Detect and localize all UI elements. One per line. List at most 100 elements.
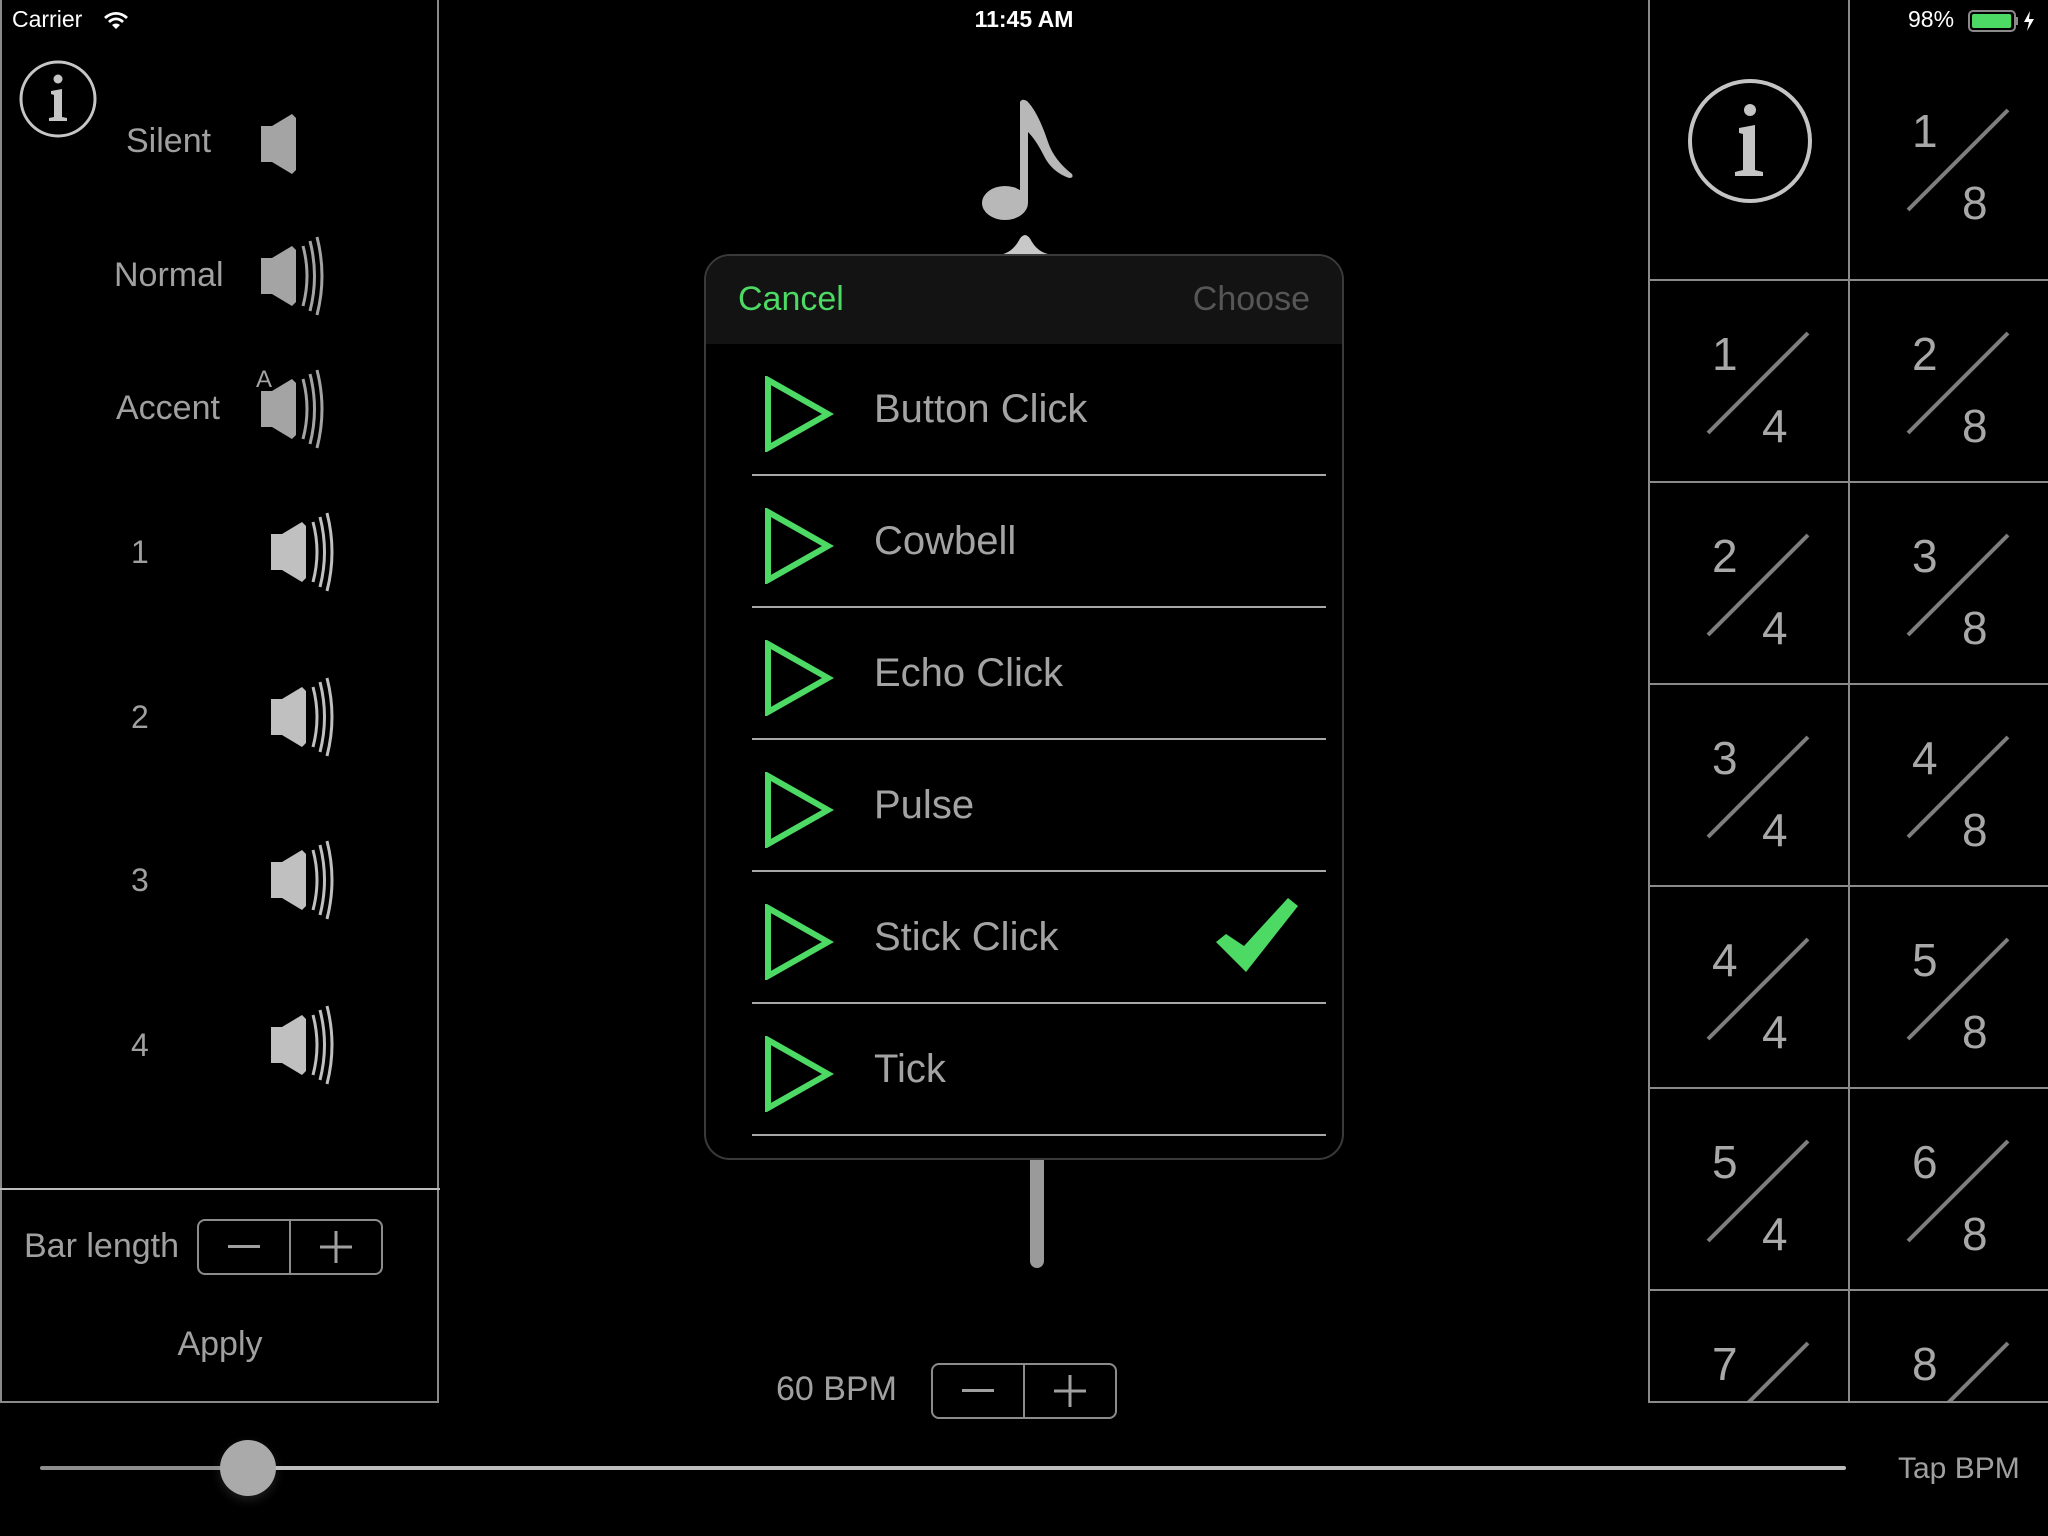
bar-length-label: Bar length	[24, 1227, 179, 1265]
time-signature-button[interactable]: 44	[1648, 887, 1848, 1089]
fraction-slash	[1906, 937, 2010, 1041]
cancel-button[interactable]: Cancel	[738, 256, 844, 342]
time-signature-button[interactable]: 54	[1648, 1089, 1848, 1291]
bar-length-stepper	[197, 1219, 383, 1275]
choose-button[interactable]: Choose	[1193, 256, 1310, 342]
bar-length-decrement-button[interactable]	[199, 1221, 289, 1273]
row-separator	[752, 1134, 1326, 1136]
sound-option-label: Cowbell	[874, 519, 1017, 563]
bpm-decrement-button[interactable]	[933, 1365, 1023, 1417]
fraction-slash	[1906, 331, 2010, 435]
pendulum-rod	[1030, 1160, 1044, 1268]
play-icon[interactable]	[764, 640, 834, 716]
time-signature-numerator: 7	[1712, 1338, 1738, 1390]
fraction-slash	[1906, 735, 2010, 839]
apply-button[interactable]: Apply	[0, 1325, 440, 1364]
time-signature-button[interactable]: 88	[1848, 1291, 2048, 1403]
sound-option[interactable]: Pulse	[706, 740, 1342, 872]
beat-label: 4	[131, 1027, 149, 1063]
time-signature-denominator: 4	[1762, 1208, 1788, 1260]
fraction-slash	[1947, 1341, 2010, 1401]
fraction-slash	[1906, 533, 2010, 637]
fraction-slash	[1706, 533, 1810, 637]
time-signature-numerator: 1	[1712, 328, 1738, 380]
sound-option-label: Tick	[874, 1047, 946, 1091]
time-signature-denominator: 8	[1962, 804, 1988, 856]
silent-label: Silent	[126, 122, 212, 160]
slider-track-filled	[40, 1466, 248, 1470]
time-signature-denominator: 4	[1762, 804, 1788, 856]
accent-label: Accent	[116, 389, 220, 427]
time-signature-button[interactable]: 74	[1648, 1291, 1848, 1403]
info-cell[interactable]	[1648, 0, 1848, 281]
time-signature-button[interactable]: 58	[1848, 887, 2048, 1089]
speaker-silent-icon[interactable]	[258, 114, 338, 174]
minus-icon	[962, 1389, 994, 1392]
time-signature-numerator: 4	[1912, 732, 1938, 784]
play-icon[interactable]	[764, 376, 834, 452]
time-signature-denominator: 8	[1962, 1208, 1988, 1260]
tempo-slider[interactable]	[40, 1440, 1846, 1496]
time-signature-denominator: 4	[1762, 400, 1788, 452]
eighth-note-icon[interactable]	[980, 98, 1080, 223]
play-icon[interactable]	[764, 508, 834, 584]
sound-option-label: Pulse	[874, 783, 975, 827]
time-signature-numerator: 2	[1712, 530, 1738, 582]
popover-arrow	[996, 235, 1056, 255]
time-signature-denominator: 8	[1962, 177, 1988, 229]
time-signature-button[interactable]: 34	[1648, 685, 1848, 887]
time-signature-grid: 18142824383448445854687488	[1648, 0, 2048, 1404]
time-signature-button[interactable]: 24	[1648, 483, 1848, 685]
time-signature-button[interactable]: 38	[1848, 483, 2048, 685]
time-signature-numerator: 1	[1912, 105, 1938, 157]
fraction-slash	[1706, 1139, 1810, 1243]
sound-option[interactable]: Stick Click	[706, 872, 1342, 1004]
panel-divider	[0, 1188, 440, 1190]
play-icon[interactable]	[764, 1036, 834, 1112]
sound-option-label: Stick Click	[874, 915, 1059, 959]
speaker-normal-icon[interactable]	[268, 840, 348, 920]
time-signature-button[interactable]: 14	[1648, 281, 1848, 483]
info-icon[interactable]	[18, 59, 98, 139]
time-signature-numerator: 3	[1912, 530, 1938, 582]
time-signature-denominator: 8	[1962, 1006, 1988, 1058]
time-signature-numerator: 4	[1712, 934, 1738, 986]
sound-option-label: Button Click	[874, 387, 1088, 431]
beat-sound-panel	[0, 0, 439, 1403]
bpm-increment-button[interactable]	[1023, 1365, 1115, 1417]
fraction-slash	[1906, 108, 2010, 212]
fraction-slash	[1706, 735, 1810, 839]
time-signature-numerator: 5	[1712, 1136, 1738, 1188]
tap-bpm-button[interactable]: Tap BPM	[1898, 1452, 2020, 1486]
sound-option[interactable]: Button Click	[706, 344, 1342, 476]
time-signature-button[interactable]: 68	[1848, 1089, 2048, 1291]
slider-thumb[interactable]	[219, 1440, 276, 1496]
sound-option[interactable]: Tick	[706, 1004, 1342, 1136]
bpm-label: 60 BPM	[776, 1370, 897, 1408]
time-signature-denominator: 8	[1962, 400, 1988, 452]
sound-option[interactable]: Cowbell	[706, 476, 1342, 608]
time-signature-button[interactable]: 28	[1848, 281, 2048, 483]
time-signature-numerator: 8	[1912, 1338, 1938, 1390]
time-signature-button[interactable]: 48	[1848, 685, 2048, 887]
beat-label: 3	[131, 862, 149, 898]
fraction-slash	[1706, 937, 1810, 1041]
sound-option[interactable]: Echo Click	[706, 608, 1342, 740]
speaker-normal-icon[interactable]	[268, 512, 348, 592]
speaker-normal-icon[interactable]	[268, 677, 348, 757]
info-icon[interactable]	[1687, 78, 1813, 204]
sound-option-label: Echo Click	[874, 651, 1063, 695]
plus-icon	[320, 1231, 352, 1263]
time-signature-button[interactable]: 18	[1848, 0, 2048, 281]
play-icon[interactable]	[764, 904, 834, 980]
accent-badge: A	[256, 366, 273, 393]
normal-label: Normal	[114, 256, 224, 294]
time-signature-denominator: 4	[1762, 602, 1788, 654]
fraction-slash	[1906, 1139, 2010, 1243]
bar-length-increment-button[interactable]	[289, 1221, 381, 1273]
speaker-normal-icon[interactable]	[268, 1005, 348, 1085]
slider-track	[247, 1466, 1846, 1470]
speaker-normal-icon[interactable]	[258, 236, 338, 316]
fraction-slash	[1706, 331, 1810, 435]
play-icon[interactable]	[764, 772, 834, 848]
